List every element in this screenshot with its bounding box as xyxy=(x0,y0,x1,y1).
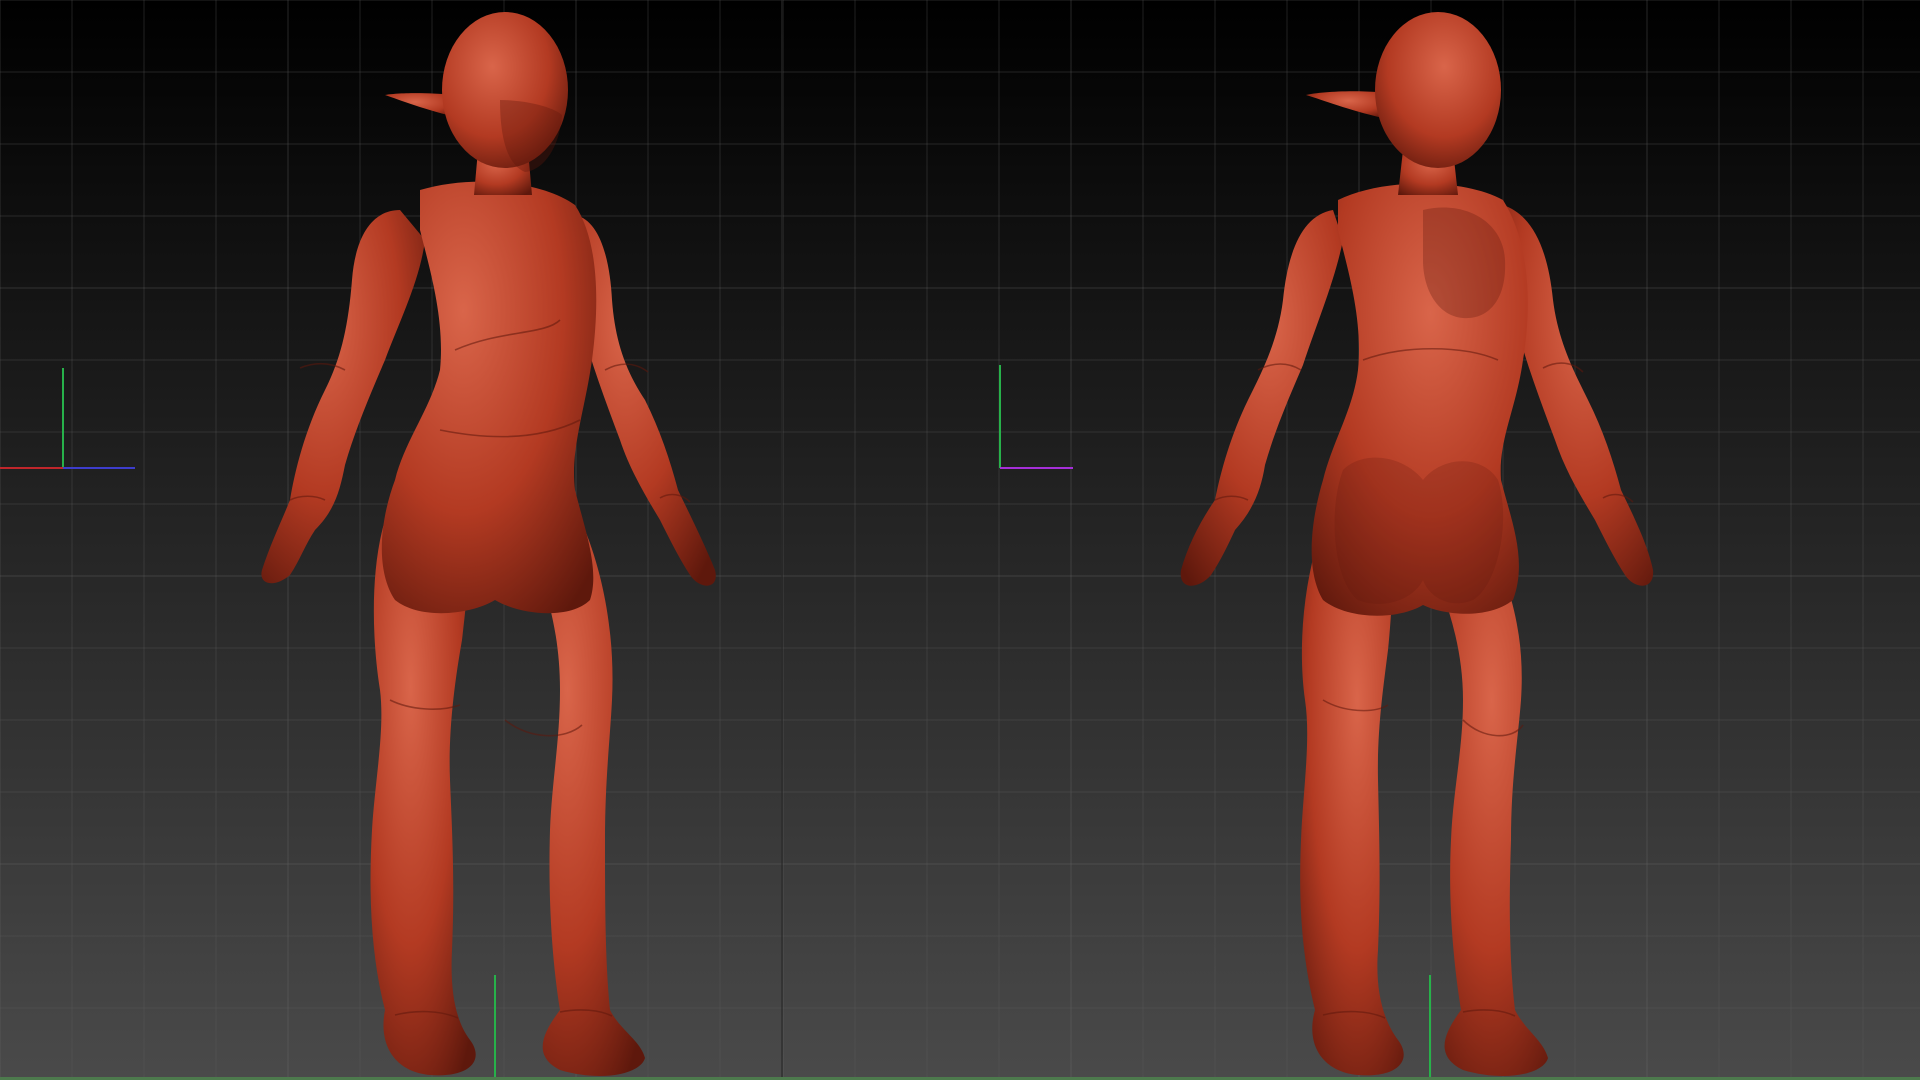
viewport-front-canvas[interactable] xyxy=(0,0,783,1080)
sculpt-app xyxy=(0,0,1920,1080)
model-hips xyxy=(1334,457,1504,604)
viewport-back[interactable] xyxy=(783,0,1920,1080)
model-head xyxy=(1375,12,1501,168)
viewport-front[interactable] xyxy=(0,0,783,1080)
viewport-back-canvas[interactable] xyxy=(783,0,1920,1080)
